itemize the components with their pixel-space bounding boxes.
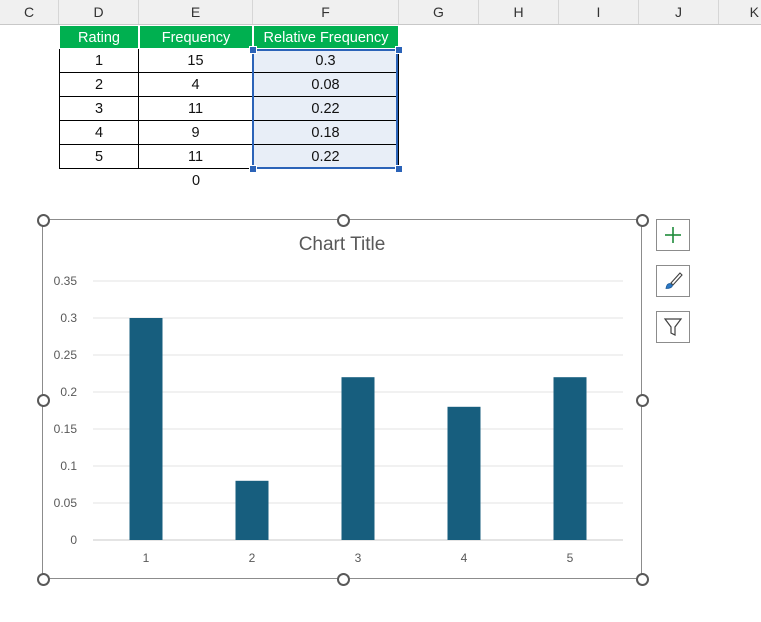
bar [341,377,375,540]
resize-handle-top-left[interactable] [37,214,50,227]
y-tick-label: 0 [70,533,77,547]
cell-rating[interactable]: 1 [59,49,139,73]
selection-handle[interactable] [395,46,403,54]
header-relative-frequency[interactable]: Relative Frequency [253,25,399,49]
column-header-k[interactable]: K [719,0,761,24]
cell-frequency-total[interactable]: 0 [139,169,253,193]
plus-icon [665,227,681,243]
bar [235,480,269,540]
cell-relative-frequency[interactable]: 0.08 [253,73,399,97]
y-tick-label: 0.3 [60,311,77,325]
cell-frequency[interactable]: 4 [139,73,253,97]
resize-handle-top[interactable] [337,214,350,227]
cell-frequency[interactable]: 15 [139,49,253,73]
header-frequency[interactable]: Frequency [139,25,253,49]
cell-frequency[interactable]: 11 [139,145,253,169]
column-headers: C D E F G H I J K [0,0,761,25]
y-tick-label: 0.1 [60,459,77,473]
column-header-c[interactable]: C [0,0,59,24]
resize-handle-top-right[interactable] [636,214,649,227]
resize-handle-left[interactable] [37,394,50,407]
x-tick-label: 4 [461,551,468,565]
bar [447,406,481,540]
cell-rating[interactable]: 4 [59,121,139,145]
chart-filters-button[interactable] [656,311,690,343]
selection-fill-handle[interactable] [395,165,403,173]
x-tick-label: 2 [249,551,256,565]
column-header-f[interactable]: F [253,0,399,24]
resize-handle-bottom-left[interactable] [37,573,50,586]
chart-styles-button[interactable] [656,265,690,297]
y-tick-label: 0.05 [54,496,78,510]
cell-frequency[interactable]: 11 [139,97,253,121]
y-tick-label: 0.35 [54,274,78,288]
resize-handle-bottom[interactable] [337,573,350,586]
cell-rating[interactable]: 2 [59,73,139,97]
chart-plot-area: 0 0.05 0.1 0.15 0.2 0.25 0.3 0.35 1 2 3 4 5 [54,274,623,565]
bar-chart[interactable]: Chart Title 0 0.05 0.1 0.15 0.2 0.25 0.3 0.35 1 2… [42,219,642,579]
column-header-g[interactable]: G [399,0,479,24]
column-header-e[interactable]: E [139,0,253,24]
column-header-h[interactable]: H [479,0,559,24]
bar [553,377,587,540]
funnel-icon [663,318,683,336]
resize-handle-bottom-right[interactable] [636,573,649,586]
cell-relative-frequency[interactable]: 0.3 [253,49,399,73]
column-header-i[interactable]: I [559,0,639,24]
cell-relative-frequency[interactable]: 0.22 [253,97,399,121]
resize-handle-right[interactable] [636,394,649,407]
chart-elements-button[interactable] [656,219,690,251]
y-tick-label: 0.25 [54,348,78,362]
cell-relative-frequency[interactable]: 0.22 [253,145,399,169]
column-header-j[interactable]: J [639,0,719,24]
y-tick-label: 0.2 [60,385,77,399]
selection-handle[interactable] [249,165,257,173]
cell-rating[interactable]: 3 [59,97,139,121]
selection-handle[interactable] [249,46,257,54]
x-tick-label: 5 [567,551,574,565]
x-tick-label: 3 [355,551,362,565]
paintbrush-icon [665,272,683,289]
x-tick-label: 1 [143,551,150,565]
y-tick-label: 0.15 [54,422,78,436]
bar [129,318,163,540]
cell-rating[interactable]: 5 [59,145,139,169]
cell-relative-frequency[interactable]: 0.18 [253,121,399,145]
column-header-d[interactable]: D [59,0,139,24]
cell-frequency[interactable]: 9 [139,121,253,145]
header-rating[interactable]: Rating [59,25,139,49]
